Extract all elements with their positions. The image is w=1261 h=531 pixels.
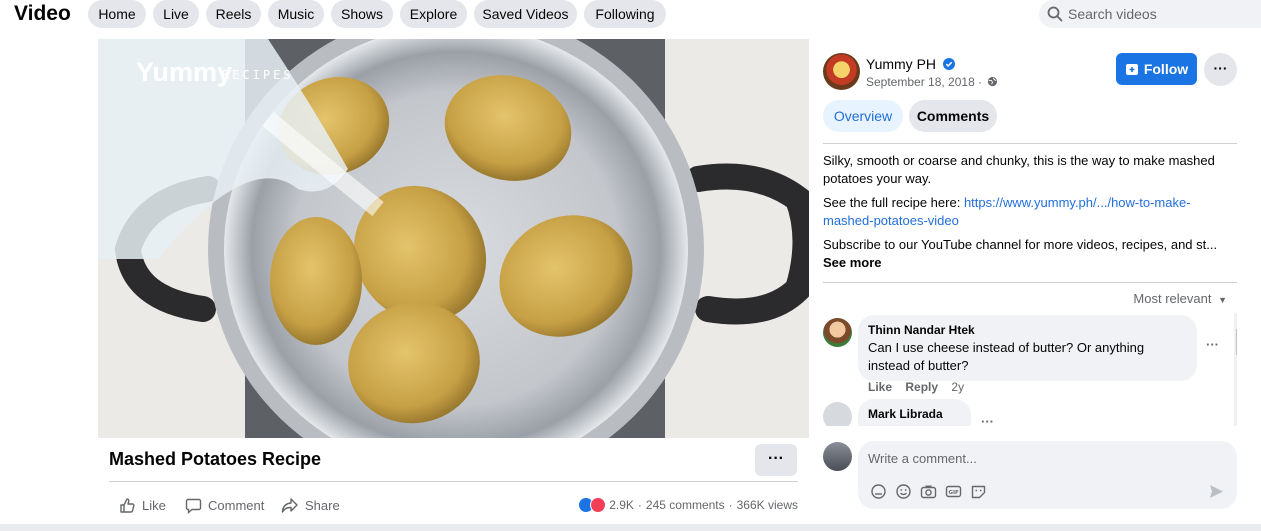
scroll-thumb[interactable] [1236, 329, 1237, 355]
avatar-sticker-icon[interactable] [870, 483, 887, 500]
engagement-stats: 2.9K · 245 comments · 366K views [578, 495, 798, 515]
comment-scrollbar[interactable]: ▲ ▼ [1234, 313, 1237, 426]
page-title: Video [14, 2, 71, 25]
watermark-main: Yummy [136, 57, 232, 87]
video-frame: Yummy RECIPES [98, 39, 809, 438]
avatar[interactable] [823, 402, 852, 426]
comment-text: ... [868, 423, 961, 426]
comment-meta: Like Reply 2y [868, 380, 964, 394]
tab-comments[interactable]: Comments [909, 100, 997, 132]
see-more-button[interactable]: See more [823, 254, 1233, 272]
comment-count[interactable]: 245 comments [646, 498, 725, 512]
subscribe-text: Subscribe to our YouTube channel for mor… [823, 237, 1218, 252]
page-name-row: Yummy PH [866, 56, 955, 72]
tab-music[interactable]: Music [268, 0, 324, 28]
view-count: 366K views [736, 498, 798, 512]
stats-separator: · [637, 498, 642, 512]
globe-icon [988, 76, 998, 87]
recipe-link-row: See the full recipe here: https://www.yu… [823, 194, 1233, 230]
tab-overview[interactable]: Overview [823, 100, 903, 132]
comment-icon [185, 498, 202, 514]
comment-label: Comment [208, 497, 265, 513]
svg-text:GIF: GIF [949, 490, 960, 496]
send-icon[interactable] [1208, 483, 1225, 500]
post-more-button[interactable]: ··· [1204, 53, 1237, 86]
search-input[interactable] [1068, 0, 1258, 28]
comment-reply-button[interactable]: Reply [905, 380, 938, 394]
avatar[interactable] [823, 318, 852, 347]
post-date[interactable]: September 18, 2018 · [866, 75, 982, 89]
comment-button[interactable]: Comment [185, 495, 264, 515]
tab-reels[interactable]: Reels [206, 0, 261, 28]
verified-badge-icon [942, 58, 955, 70]
video-more-button[interactable]: ··· [755, 444, 797, 476]
link-prefix: See the full recipe here: [823, 195, 961, 210]
tab-live[interactable]: Live [153, 0, 199, 28]
comment-author[interactable]: Mark Librada [868, 405, 961, 423]
post-date-row: September 18, 2018 · [866, 75, 998, 89]
comment-author[interactable]: Thinn Nandar Htek [868, 321, 1187, 339]
follow-icon [1125, 64, 1138, 75]
tab-shows[interactable]: Shows [331, 0, 393, 28]
follow-button[interactable]: Follow [1116, 53, 1197, 85]
top-bar: Video Home Live Reels Music Shows Explor… [0, 0, 1261, 39]
video-player[interactable]: Yummy RECIPES [98, 39, 809, 438]
comment-composer[interactable]: GIF [858, 441, 1237, 509]
follow-label: Follow [1143, 61, 1189, 77]
share-icon [281, 497, 298, 513]
gif-icon[interactable]: GIF [945, 483, 962, 500]
reaction-count[interactable]: 2.9K [609, 498, 634, 512]
comment-time[interactable]: 2y [951, 380, 964, 394]
divider [823, 282, 1237, 283]
page-avatar[interactable] [823, 53, 860, 90]
share-label: Share [305, 497, 340, 513]
tab-saved-videos[interactable]: Saved Videos [474, 0, 577, 28]
sticker-icon[interactable] [970, 483, 987, 500]
video-description: Silky, smooth or coarse and chunky, this… [823, 152, 1233, 272]
composer-tools: GIF [870, 483, 987, 500]
emoji-icon[interactable] [895, 483, 912, 500]
tab-explore[interactable]: Explore [400, 0, 467, 28]
tab-home[interactable]: Home [88, 0, 146, 28]
stats-separator: · [728, 498, 733, 512]
divider [823, 143, 1237, 144]
comment-bubble: Mark Librada ... [858, 399, 971, 426]
search-icon [1047, 6, 1063, 22]
camera-icon[interactable] [920, 483, 937, 500]
divider [109, 481, 798, 482]
video-title: Mashed Potatoes Recipe [109, 449, 322, 469]
comment-sort[interactable]: Most relevant ▼ [1133, 291, 1227, 306]
comment-like-button[interactable]: Like [868, 380, 892, 394]
like-label: Like [142, 497, 166, 513]
like-button[interactable]: Like [119, 495, 166, 515]
page-name[interactable]: Yummy PH [866, 56, 936, 72]
share-button[interactable]: Share [281, 495, 340, 515]
search-box[interactable] [1039, 0, 1261, 28]
comment-input[interactable] [868, 447, 1198, 469]
video-info: Mashed Potatoes Recipe ··· Like Comment … [98, 438, 809, 531]
love-reaction-icon [590, 497, 607, 513]
comment-more-button[interactable]: ··· [981, 414, 994, 426]
comment-list: Thinn Nandar Htek Can I use cheese inste… [823, 313, 1237, 426]
video-sidebar: Yummy PH September 18, 2018 · Follow ···… [823, 39, 1237, 531]
watermark-sub: RECIPES [222, 68, 294, 82]
sort-label: Most relevant [1133, 291, 1212, 306]
tab-following[interactable]: Following [584, 0, 666, 28]
comment-bubble: Thinn Nandar Htek Can I use cheese inste… [858, 315, 1197, 381]
page-bottom-edge [0, 524, 1261, 531]
thumbs-up-icon [120, 497, 135, 513]
comment-text: Can I use cheese instead of butter? Or a… [868, 340, 1145, 373]
avatar[interactable] [823, 442, 852, 471]
caret-down-icon: ▼ [1218, 295, 1227, 305]
description-text: Silky, smooth or coarse and chunky, this… [823, 153, 1215, 186]
comment-more-button[interactable]: ··· [1206, 337, 1219, 352]
